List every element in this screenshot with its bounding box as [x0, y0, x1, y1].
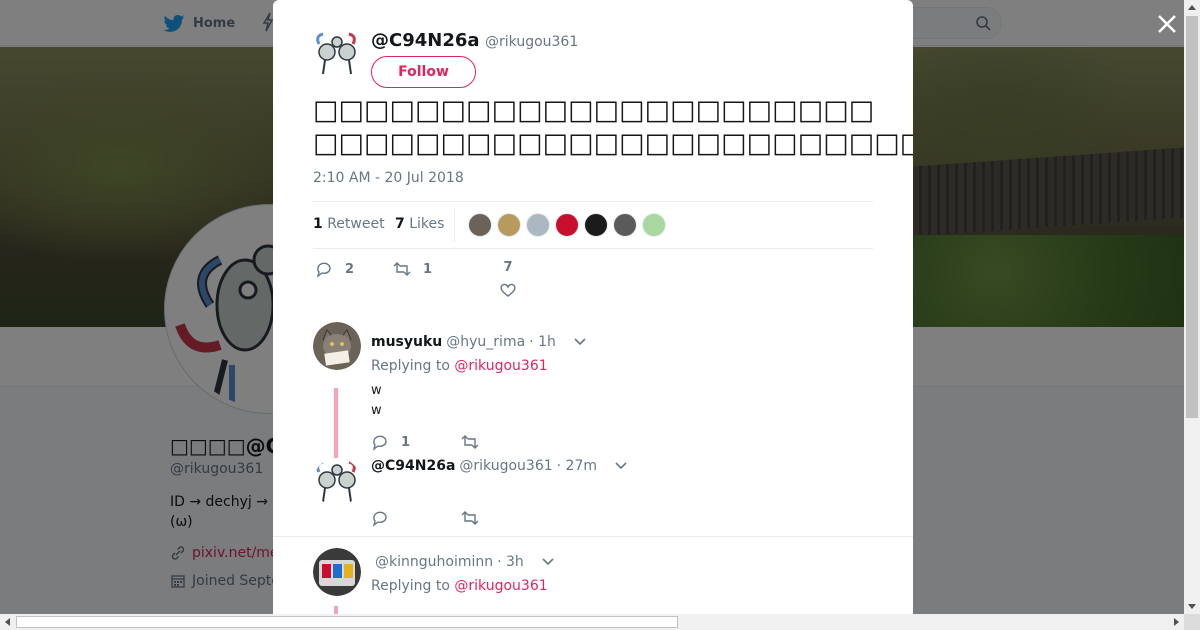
- likes-stat-label: Likes: [409, 216, 445, 232]
- replying-to-link[interactable]: @rikugou361: [454, 358, 547, 374]
- reply-time[interactable]: · 1h: [529, 334, 556, 350]
- retweet-icon: [461, 435, 479, 449]
- likes-stat[interactable]: 7 Likes: [395, 216, 444, 232]
- replying-to-prefix: Replying to: [371, 578, 450, 594]
- scroll-down-arrow-icon[interactable]: [1188, 604, 1196, 609]
- liker-avatar[interactable]: [613, 213, 637, 237]
- reply-author-name[interactable]: musyuku: [371, 334, 442, 350]
- reply-header: @C94N26a @rikugou361 · 27m: [371, 458, 627, 474]
- reply-thread-line: [334, 606, 338, 614]
- likes-count: 7: [395, 216, 405, 232]
- retweet-icon: [461, 511, 479, 525]
- liker-avatar[interactable]: [642, 213, 666, 237]
- reply-avatar[interactable]: [313, 322, 361, 370]
- reply-action[interactable]: [371, 509, 461, 527]
- reply-actions: [371, 508, 551, 528]
- vertical-scroll-thumb[interactable]: [1186, 16, 1198, 418]
- reply-action[interactable]: 2: [315, 260, 354, 278]
- follow-button[interactable]: Follow: [371, 56, 476, 88]
- chevron-down-icon[interactable]: [542, 558, 554, 566]
- horizontal-scroll-thumb[interactable]: [16, 616, 678, 628]
- replies-divider: [273, 536, 913, 537]
- tweet-text-line: □□□□□□□□□□□□□□□□□□□□□□□□□□□□□□□□□□□□□□□□…: [313, 128, 913, 159]
- retweet-stat-label: Retweet: [327, 216, 385, 232]
- reply-author-handle[interactable]: @rikugou361: [459, 458, 552, 474]
- replying-to: Replying to @rikugou361: [371, 578, 548, 594]
- reply-avatar[interactable]: [313, 548, 361, 596]
- tweet-stats: 1 Retweet 7 Likes: [313, 201, 873, 249]
- retweet-action[interactable]: [461, 433, 551, 451]
- reply-author-name[interactable]: @C94N26a: [371, 458, 455, 474]
- retweet-icon: [393, 262, 411, 276]
- author-handle[interactable]: @rikugou361: [485, 34, 578, 50]
- liker-avatar[interactable]: [555, 213, 579, 237]
- scroll-left-arrow-icon[interactable]: [5, 618, 10, 626]
- reply-tweet[interactable]: musyuku @hyu_rima · 1h Replying to @riku…: [313, 322, 873, 470]
- like-action[interactable]: 7: [499, 260, 517, 299]
- replying-to-prefix: Replying to: [371, 358, 450, 374]
- stats-divider: [454, 210, 455, 242]
- scrollbar-corner: [1184, 614, 1200, 630]
- tweet-timestamp[interactable]: 2:10 AM - 20 Jul 2018: [313, 170, 464, 186]
- retweet-action-count: 1: [423, 261, 433, 277]
- chevron-down-icon[interactable]: [615, 462, 627, 470]
- liker-avatar[interactable]: [468, 213, 492, 237]
- tweet-modal: @C94N26a @rikugou361 Follow □□□□□□□□□□□□…: [273, 0, 913, 614]
- reply-time[interactable]: · 3h: [497, 554, 524, 570]
- retweet-stat[interactable]: 1 Retweet: [313, 216, 385, 232]
- reply-actions: 1: [371, 432, 551, 452]
- reply-text: w: [371, 403, 382, 418]
- reply-header: musyuku @hyu_rima · 1h: [371, 334, 586, 350]
- reply-icon: [372, 435, 387, 451]
- reply-icon: [372, 511, 387, 527]
- liker-avatars: [468, 213, 666, 237]
- reply-icon: [316, 262, 331, 278]
- replying-to: Replying to @rikugou361: [371, 358, 548, 374]
- tweet-text-line: □□□□□□□□□□□□□□□□□□□□□□: [313, 95, 875, 126]
- reply-avatar[interactable]: [313, 458, 361, 506]
- reply-tweet[interactable]: @kinnguhoiminn · 3h Replying to @rikugou…: [313, 548, 873, 614]
- author-name[interactable]: @C94N26a: [371, 30, 480, 51]
- tweet-actions: 2 1 7: [313, 258, 873, 298]
- retweet-count: 1: [313, 216, 323, 232]
- scroll-right-arrow-icon[interactable]: [1174, 618, 1179, 626]
- like-action-count: 7: [503, 260, 513, 275]
- reply-text: w: [371, 383, 382, 398]
- retweet-action[interactable]: 1: [393, 260, 432, 278]
- reply-header: @kinnguhoiminn · 3h: [375, 554, 554, 570]
- liker-avatar[interactable]: [584, 213, 608, 237]
- heart-icon: [500, 283, 516, 297]
- reply-action[interactable]: 1: [371, 433, 461, 451]
- reply-time[interactable]: · 27m: [557, 458, 597, 474]
- liker-avatar[interactable]: [497, 213, 521, 237]
- vertical-scrollbar[interactable]: [1184, 0, 1200, 614]
- horizontal-scrollbar[interactable]: [0, 614, 1184, 630]
- close-icon[interactable]: [1155, 12, 1179, 36]
- chevron-down-icon[interactable]: [574, 338, 586, 346]
- liker-avatar[interactable]: [526, 213, 550, 237]
- tweet-text: □□□□□□□□□□□□□□□□□□□□□□ □□□□□□□□□□□□□□□□□…: [313, 94, 913, 160]
- scroll-up-arrow-icon[interactable]: [1188, 5, 1196, 10]
- reply-count: 1: [401, 434, 411, 450]
- retweet-action[interactable]: [461, 509, 551, 527]
- reply-author-handle[interactable]: @hyu_rima: [446, 334, 525, 350]
- replying-to-link[interactable]: @rikugou361: [454, 578, 547, 594]
- author-avatar[interactable]: [313, 30, 361, 78]
- reply-author-handle[interactable]: @kinnguhoiminn: [375, 554, 493, 570]
- reply-tweet[interactable]: @C94N26a @rikugou361 · 27m: [313, 458, 873, 538]
- reply-count: 2: [345, 261, 355, 277]
